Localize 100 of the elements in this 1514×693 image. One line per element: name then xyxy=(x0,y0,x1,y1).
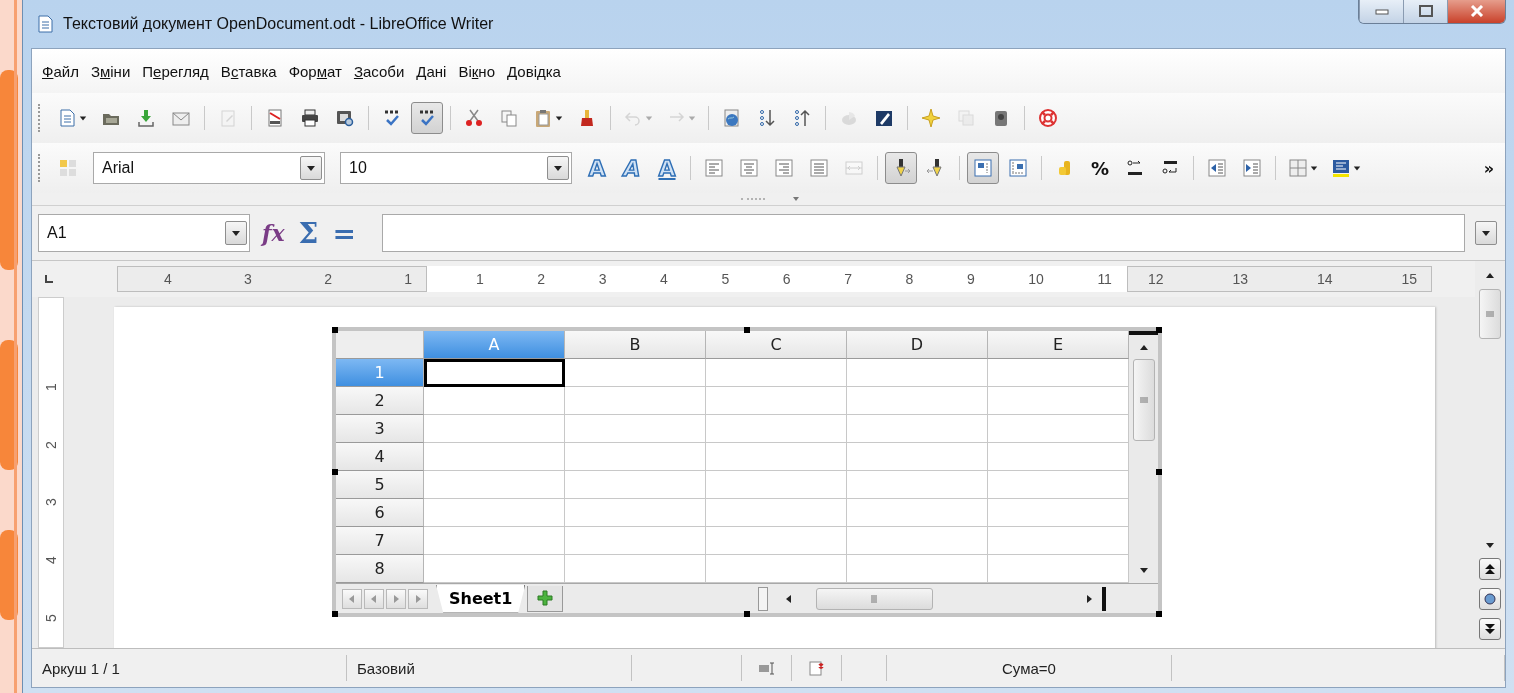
text-top-icon xyxy=(973,158,993,178)
window-title: Текстовий документ OpenDocument.odt - LibreOffice Writer xyxy=(63,15,494,33)
pdf-page-icon xyxy=(265,108,285,128)
next-page-button[interactable] xyxy=(1479,618,1501,640)
more-tools-button[interactable]: » xyxy=(1473,152,1505,184)
caret-icon xyxy=(555,114,563,122)
spellcheck-icon xyxy=(382,108,402,128)
toolbar-grip-icon[interactable] xyxy=(738,196,799,202)
dropdown-button[interactable] xyxy=(225,221,247,245)
expand-formula-button[interactable] xyxy=(1475,221,1497,245)
font-size-field[interactable]: 10 xyxy=(340,152,572,184)
splitter-handle[interactable] xyxy=(758,586,769,611)
auto-spellcheck-button[interactable] xyxy=(411,102,443,134)
ruler-number: 4 xyxy=(164,271,172,287)
grip-icon xyxy=(869,593,880,604)
ruler-number: 1 xyxy=(476,271,484,287)
function-button[interactable]: = xyxy=(330,216,358,250)
caret-icon xyxy=(306,163,316,173)
row-header[interactable]: 2 xyxy=(336,387,424,415)
next-sheet-button[interactable] xyxy=(386,588,406,609)
star-icon xyxy=(921,108,941,128)
resize-handle[interactable] xyxy=(332,469,338,475)
ruler-number: 11 xyxy=(1097,271,1112,287)
selection-mode-icon[interactable] xyxy=(757,661,776,675)
ruler-number: 3 xyxy=(598,271,607,287)
sheet-tab[interactable]: Sheet1 xyxy=(436,584,526,613)
font-name-field[interactable]: Arial xyxy=(93,152,325,184)
sum-button[interactable]: Σ xyxy=(296,216,321,250)
formula-input[interactable] xyxy=(381,214,1465,252)
menu-item[interactable]: Зміни xyxy=(84,58,137,84)
first-sheet-button[interactable] xyxy=(342,588,362,609)
scroll-down-icon xyxy=(1485,540,1495,550)
clipboard-icon xyxy=(533,108,553,128)
column-header[interactable]: E xyxy=(988,331,1129,359)
percent-format-button[interactable]: % xyxy=(1084,152,1116,184)
resize-handle[interactable] xyxy=(1156,611,1162,617)
row-header[interactable]: 3 xyxy=(336,415,424,443)
borders-icon xyxy=(1288,158,1308,178)
triangle-icon xyxy=(391,593,401,604)
wrap-text-button[interactable] xyxy=(885,152,917,184)
ruler-number: 4 xyxy=(660,271,668,287)
sheet-count: Аркуш 1 / 1 xyxy=(42,659,120,677)
lifebuoy-icon xyxy=(1038,108,1058,128)
spellcheck-icon xyxy=(417,108,437,128)
plus-icon xyxy=(537,590,554,606)
ruler-number: 6 xyxy=(782,271,791,287)
row-header[interactable]: 5 xyxy=(336,471,424,499)
circle-icon xyxy=(1484,593,1496,605)
close-button[interactable] xyxy=(1447,0,1505,23)
row-header[interactable]: 7 xyxy=(336,527,424,555)
resize-handle[interactable] xyxy=(744,611,750,617)
menu-item[interactable]: Перегляд xyxy=(136,58,215,84)
menu-item[interactable]: Вставка xyxy=(214,58,283,84)
maximize-button[interactable] xyxy=(1403,0,1447,23)
row-header[interactable]: 4 xyxy=(336,443,424,471)
last-sheet-button[interactable] xyxy=(408,588,428,609)
previous-page-button[interactable] xyxy=(1479,558,1501,580)
align-right-icon xyxy=(774,158,794,178)
menu-item[interactable]: Довідка xyxy=(501,58,567,84)
minimize-icon xyxy=(1374,7,1389,15)
scroll-thumb[interactable] xyxy=(815,587,933,610)
ruler-number: 1 xyxy=(43,383,59,391)
menu-item[interactable]: Вікно xyxy=(452,58,501,84)
resize-handle[interactable] xyxy=(332,327,338,333)
document-modified-icon[interactable] xyxy=(808,660,825,676)
navigation-button[interactable] xyxy=(1479,588,1501,610)
menu-item[interactable]: Засоби xyxy=(347,58,411,84)
sort-down-icon xyxy=(757,108,777,128)
column-header[interactable]: B xyxy=(565,331,706,359)
dropdown-button[interactable] xyxy=(300,156,322,180)
resize-handle[interactable] xyxy=(332,611,338,617)
resize-handle[interactable] xyxy=(744,327,750,333)
page-style: Базовий xyxy=(357,659,415,677)
function-wizard-button[interactable]: fx xyxy=(260,220,287,246)
name-box[interactable]: A1 xyxy=(38,214,250,252)
column-header[interactable]: D xyxy=(847,331,988,359)
resize-handle[interactable] xyxy=(1156,469,1162,475)
tab-stop-icon[interactable] xyxy=(44,274,54,284)
previous-sheet-button[interactable] xyxy=(364,588,384,609)
resize-handle[interactable] xyxy=(1156,327,1162,333)
justify-icon xyxy=(809,158,829,178)
printer-icon xyxy=(300,108,320,128)
menu-item[interactable]: Файл xyxy=(36,58,85,84)
ruler-number: 13 xyxy=(1232,271,1249,287)
align-center-icon xyxy=(739,158,759,178)
menu-item[interactable]: Формат xyxy=(282,58,348,84)
scroll-thumb[interactable] xyxy=(1132,359,1155,441)
column-header[interactable]: C xyxy=(706,331,847,359)
caret-icon xyxy=(1481,228,1491,238)
caret-icon xyxy=(231,228,241,238)
ruler-number: 14 xyxy=(1316,271,1333,287)
add-sheet-button[interactable] xyxy=(527,585,564,612)
row-header[interactable]: 8 xyxy=(336,555,424,583)
table-cell[interactable] xyxy=(424,359,565,387)
row-header[interactable]: 6 xyxy=(336,499,424,527)
text-top-button[interactable] xyxy=(967,152,999,184)
menu-item[interactable]: Дані xyxy=(410,58,453,84)
scroll-thumb[interactable] xyxy=(1479,289,1501,339)
select-all-corner[interactable] xyxy=(336,331,424,359)
dropdown-button[interactable] xyxy=(547,156,569,180)
